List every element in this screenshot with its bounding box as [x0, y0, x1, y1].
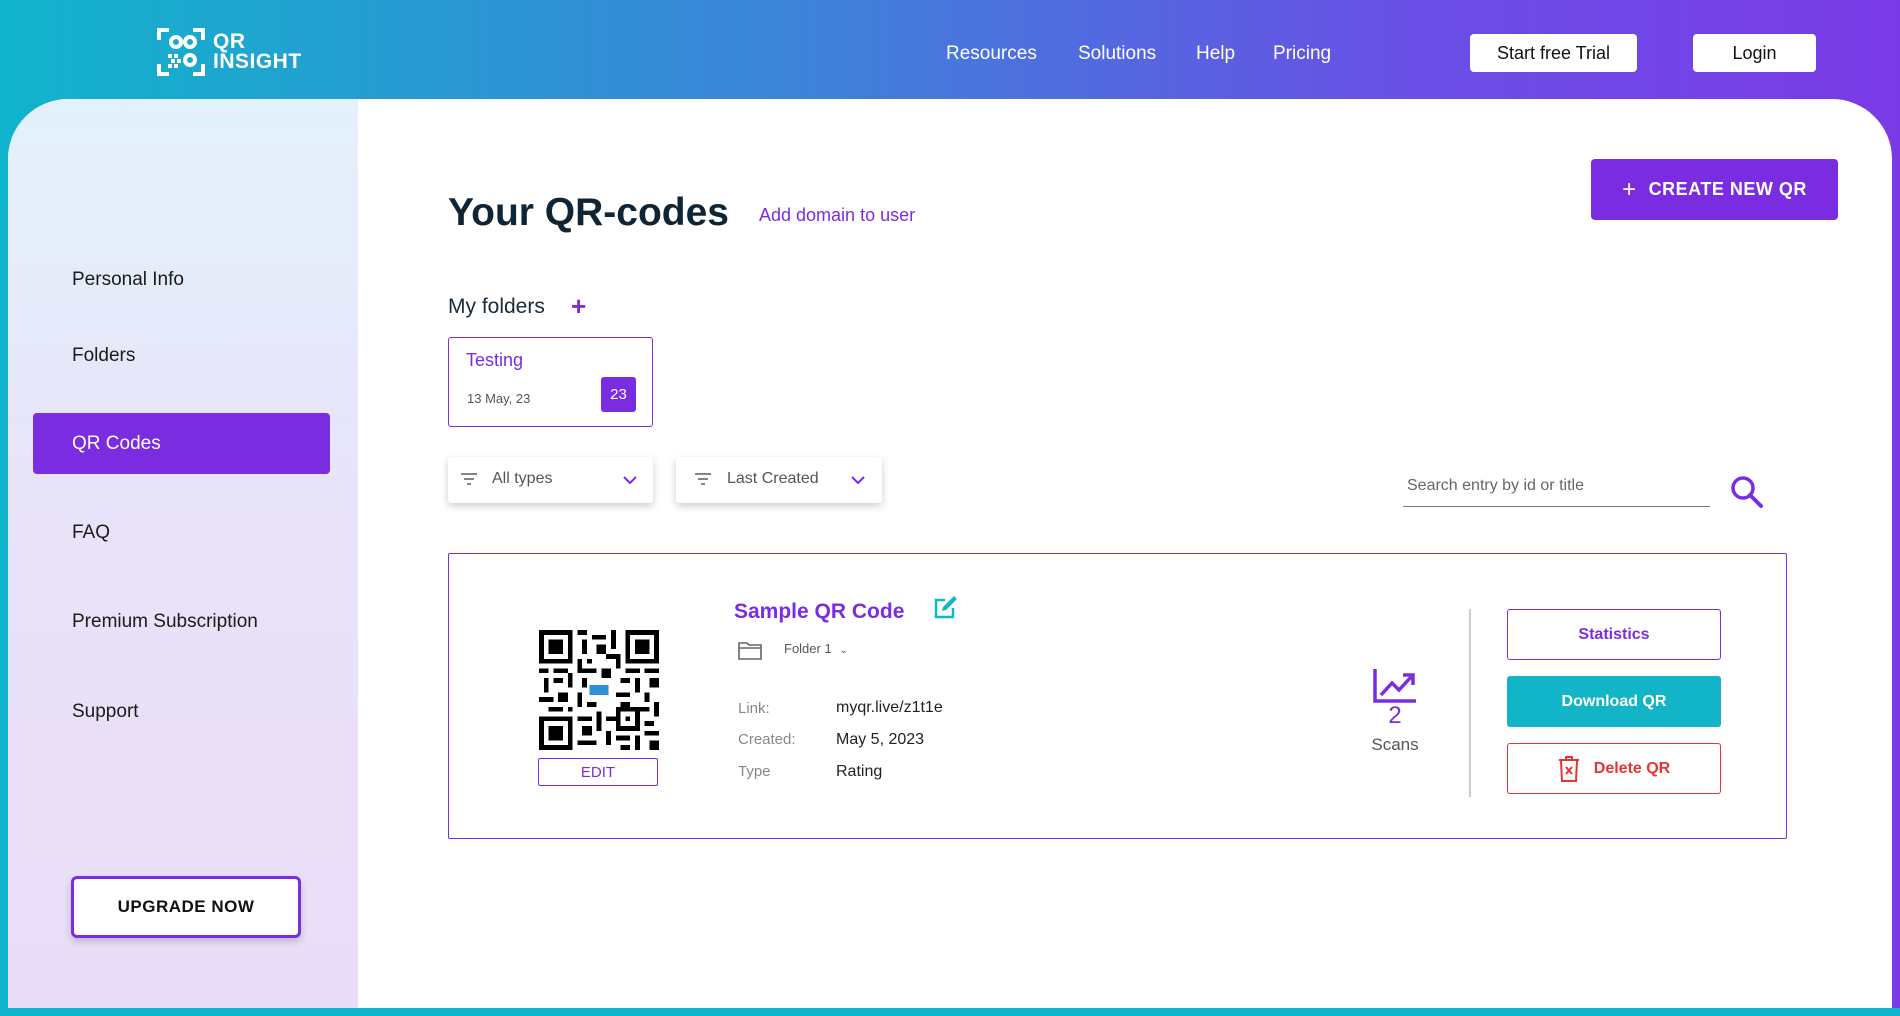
- type-filter-dropdown[interactable]: All types: [448, 457, 653, 503]
- sidebar-item-folders[interactable]: Folders: [72, 345, 135, 367]
- create-label: CREATE NEW QR: [1648, 179, 1807, 199]
- add-domain-link[interactable]: Add domain to user: [759, 205, 915, 226]
- type-filter-value: All types: [492, 470, 553, 487]
- type-value: Rating: [836, 763, 883, 780]
- folder-select[interactable]: Folder 1 ⌄: [784, 641, 848, 656]
- qr-code-name: Sample QR Code: [734, 600, 905, 623]
- qr-code-image: [539, 630, 659, 750]
- top-navigation: QR INSIGHT Resources Solutions Help Pric…: [0, 0, 1900, 100]
- delete-qr-button[interactable]: Delete QR: [1507, 743, 1721, 794]
- download-qr-button[interactable]: Download QR: [1507, 676, 1721, 727]
- search-input[interactable]: [1403, 469, 1710, 503]
- add-folder-icon[interactable]: +: [571, 291, 586, 322]
- search-icon[interactable]: [1728, 473, 1766, 511]
- upgrade-now-button[interactable]: UPGRADE NOW: [71, 876, 301, 938]
- nav-pricing[interactable]: Pricing: [1273, 43, 1331, 65]
- edit-name-icon[interactable]: [931, 594, 959, 622]
- start-trial-button[interactable]: Start free Trial: [1470, 34, 1637, 72]
- type-label: Type: [738, 763, 771, 780]
- scans-count: 2: [1388, 702, 1402, 729]
- sidebar-item-personal-info[interactable]: Personal Info: [72, 269, 184, 291]
- sidebar-item-faq[interactable]: FAQ: [72, 522, 110, 544]
- logo-line-1: QR: [213, 30, 246, 53]
- chevron-down-icon: [851, 476, 865, 485]
- created-value: May 5, 2023: [836, 731, 925, 748]
- card-divider: [1469, 609, 1471, 797]
- plus-icon: +: [1622, 175, 1637, 203]
- frame-bottom-edge: [0, 1008, 1900, 1016]
- qr-code-card: EDIT Sample QR Code Folder 1 ⌄ Link: myq…: [448, 553, 1787, 839]
- logo-line-2: INSIGHT: [213, 50, 302, 73]
- sidebar: Personal Info Folders QR Codes FAQ Premi…: [8, 99, 358, 1008]
- chevron-down-icon: [623, 476, 637, 485]
- folder-card[interactable]: Testing 13 May, 23 23: [448, 337, 653, 427]
- folder-name: Testing: [466, 350, 524, 370]
- logo-text: QR INSIGHT: [213, 30, 302, 73]
- sidebar-item-label: QR Codes: [72, 432, 161, 454]
- nav-resources[interactable]: Resources: [946, 43, 1037, 65]
- created-label: Created:: [738, 731, 796, 748]
- folder-date: 13 May, 23: [467, 391, 531, 406]
- filter-icon: [695, 473, 711, 485]
- folders-heading: My folders: [448, 295, 545, 318]
- filter-icon: [461, 473, 477, 485]
- sidebar-item-qr-codes[interactable]: QR Codes: [33, 413, 330, 474]
- statistics-button[interactable]: Statistics: [1507, 609, 1721, 660]
- edit-qr-button[interactable]: EDIT: [538, 758, 658, 786]
- link-value[interactable]: myqr.live/z1t1e: [836, 699, 943, 717]
- delete-label: Delete QR: [1593, 759, 1671, 777]
- sort-filter-dropdown[interactable]: Last Created: [676, 457, 882, 503]
- sidebar-item-support[interactable]: Support: [72, 701, 139, 723]
- chevron-down-icon: ⌄: [839, 645, 848, 656]
- qr-logo-icon: [157, 28, 205, 76]
- page-title: Your QR-codes: [448, 191, 729, 234]
- nav-help[interactable]: Help: [1196, 43, 1235, 65]
- create-new-qr-button[interactable]: + CREATE NEW QR: [1591, 159, 1838, 220]
- nav-solutions[interactable]: Solutions: [1078, 43, 1156, 65]
- login-button[interactable]: Login: [1693, 34, 1816, 72]
- link-label: Link:: [738, 700, 770, 717]
- folder-icon: [738, 642, 762, 660]
- search-field: [1403, 469, 1710, 507]
- sort-filter-value: Last Created: [727, 470, 819, 487]
- folder-select-value: Folder 1: [784, 641, 832, 656]
- scans-label: Scans: [1371, 735, 1419, 754]
- trash-icon: [1558, 755, 1579, 782]
- sidebar-item-premium[interactable]: Premium Subscription: [72, 611, 258, 633]
- brand-logo[interactable]: QR INSIGHT: [155, 26, 302, 78]
- trending-up-icon: [1373, 669, 1416, 703]
- folder-count-badge: 23: [601, 377, 636, 412]
- app-frame: Personal Info Folders QR Codes FAQ Premi…: [8, 99, 1892, 1008]
